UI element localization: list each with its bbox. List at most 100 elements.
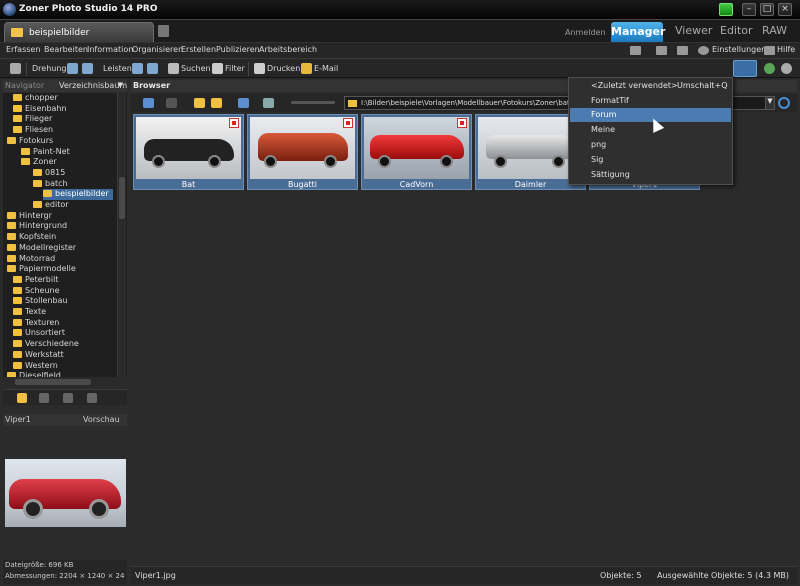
chevron-down-icon[interactable]: ▼	[118, 81, 123, 89]
tree-item[interactable]: Papiermodelle	[7, 264, 76, 275]
wheel	[378, 155, 391, 168]
tree-scrollbar[interactable]	[117, 93, 126, 377]
path-dropdown-button[interactable]: ▼	[765, 96, 775, 110]
scroll-thumb[interactable]	[119, 177, 125, 219]
tab-raw[interactable]: RAW	[762, 24, 787, 37]
tree-item[interactable]: editor	[33, 200, 69, 211]
search-button[interactable]: Suchen	[181, 64, 211, 73]
view-mode-icon[interactable]	[263, 98, 274, 108]
login-link[interactable]: Anmelden	[565, 28, 606, 37]
gear-icon[interactable]	[698, 46, 709, 55]
email-icon[interactable]	[301, 63, 312, 74]
menu-item-recent[interactable]: <Zuletzt verwendet> Umschalt+Q	[570, 79, 731, 93]
tree-item[interactable]: Unsortiert	[13, 328, 65, 339]
tree-item[interactable]: Kopfstein	[7, 232, 56, 243]
close-icon[interactable]: ×	[778, 3, 792, 16]
tree-item[interactable]: beispielbilder	[43, 189, 113, 201]
tree-item[interactable]: Eisenbahn	[13, 104, 67, 115]
tree-item[interactable]: Scheune	[13, 286, 60, 297]
wheel	[552, 155, 565, 168]
tree-item[interactable]: 0815	[33, 168, 65, 179]
tree-item[interactable]: Peterbilt	[13, 275, 58, 286]
menu-erfassen[interactable]: Erfassen	[6, 45, 40, 54]
tree-item[interactable]: batch	[33, 179, 68, 190]
scroll-thumb[interactable]	[15, 379, 91, 385]
account-icon[interactable]	[677, 46, 688, 55]
thumbnail-bat[interactable]: Bat	[133, 114, 244, 190]
tree-item[interactable]: Motorrad	[7, 254, 55, 265]
thumbnail-bugatti[interactable]: Bugatti	[247, 114, 358, 190]
thumbnail-cadvorn[interactable]: CadVorn	[361, 114, 472, 190]
tree-item[interactable]: Verschiedene	[13, 339, 79, 350]
tree-item[interactable]: Paint-Net	[21, 147, 70, 158]
album-tab-icon[interactable]	[39, 393, 49, 403]
folder-tree[interactable]: chopper Eisenbahn Flieger Fliesen Fotokurs Pa…	[3, 93, 127, 377]
folder-tab-icon[interactable]	[17, 393, 27, 403]
menu-item-sig[interactable]: Sig	[570, 153, 731, 167]
tree-item-label: Flieger	[25, 114, 53, 124]
camera-icon[interactable]	[10, 63, 21, 74]
tab-manager[interactable]: Manager	[611, 22, 665, 42]
filter-button[interactable]: Filter	[225, 64, 245, 73]
print-queue-icon[interactable]	[656, 46, 667, 55]
folder-up-icon[interactable]	[194, 98, 205, 108]
maximize-icon[interactable]: □	[760, 3, 774, 16]
forward-icon[interactable]	[166, 98, 177, 108]
tree-hscrollbar[interactable]	[3, 377, 127, 387]
rotate-right-icon[interactable]	[82, 63, 93, 74]
binoculars-icon[interactable]	[168, 63, 179, 74]
tree-item[interactable]: Fliesen	[13, 125, 53, 136]
minimize-icon[interactable]: –	[742, 3, 756, 16]
menu-organisieren[interactable]: Organisieren	[132, 45, 183, 54]
tree-item[interactable]: Flieger	[13, 114, 52, 125]
tree-item[interactable]: Texturen	[13, 318, 59, 329]
printer-icon[interactable]	[254, 63, 265, 74]
print-button[interactable]: Drucken	[267, 64, 300, 73]
options-icon[interactable]	[781, 63, 792, 74]
quick-print-dropdown-button[interactable]	[733, 60, 757, 77]
map-tab-icon[interactable]	[87, 393, 97, 403]
menu-item-png[interactable]: png	[570, 138, 731, 152]
preview-image	[5, 459, 126, 527]
sort-icon[interactable]	[238, 98, 249, 108]
menu-erstellen[interactable]: Erstellen	[181, 45, 216, 54]
help-link[interactable]: Hilfe	[777, 45, 795, 54]
help-icon[interactable]	[764, 46, 775, 55]
folder-menu-icon[interactable]	[211, 98, 222, 108]
tree-item[interactable]: chopper	[13, 93, 58, 104]
tree-item[interactable]: Modellregister	[7, 243, 76, 254]
menu-publizieren[interactable]: Publizieren	[216, 45, 260, 54]
menu-bearbeiten[interactable]: Bearbeiten	[44, 45, 88, 54]
tree-item[interactable]: Stollenbau	[13, 296, 68, 307]
tree-item[interactable]: Zoner	[21, 157, 57, 168]
settings-link[interactable]: Einstellungen	[712, 45, 766, 54]
status-icon[interactable]	[719, 3, 733, 16]
monitor-icon[interactable]	[630, 46, 641, 55]
favorites-tab-icon[interactable]	[63, 393, 73, 403]
tab-beispielbilder[interactable]: beispielbilder	[4, 22, 154, 42]
tree-item[interactable]: Western	[13, 361, 58, 372]
tree-item[interactable]: Werkstatt	[13, 350, 64, 361]
edited-badge-icon	[343, 118, 353, 128]
tree-item[interactable]: Fotokurs	[7, 136, 53, 147]
panel-left-icon[interactable]	[132, 63, 143, 74]
email-button[interactable]: E-Mail	[314, 64, 338, 73]
panel-right-icon[interactable]	[147, 63, 158, 74]
filter-icon[interactable]	[212, 63, 223, 74]
rotate-left-icon[interactable]	[67, 63, 78, 74]
tree-item[interactable]: Texte	[13, 307, 46, 318]
menu-item-formattif[interactable]: FormatTif	[570, 94, 731, 108]
refresh-icon[interactable]	[778, 97, 790, 109]
thumbnail-size-slider[interactable]	[291, 101, 335, 104]
new-tab-icon[interactable]	[158, 25, 169, 37]
menu-arbeitsbereich[interactable]: Arbeitsbereich	[259, 45, 317, 54]
tree-item[interactable]: Hintergr	[7, 211, 52, 222]
preview-mode-select[interactable]: Vorschau	[83, 415, 120, 424]
tab-editor[interactable]: Editor	[720, 24, 753, 37]
back-icon[interactable]	[143, 98, 154, 108]
tab-viewer[interactable]: Viewer	[675, 24, 712, 37]
refresh-icon[interactable]	[764, 63, 775, 74]
menu-item-saettigung[interactable]: Sättigung	[570, 168, 731, 182]
tree-item[interactable]: Hintergrund	[7, 221, 67, 232]
menu-information[interactable]: Information	[87, 45, 133, 54]
